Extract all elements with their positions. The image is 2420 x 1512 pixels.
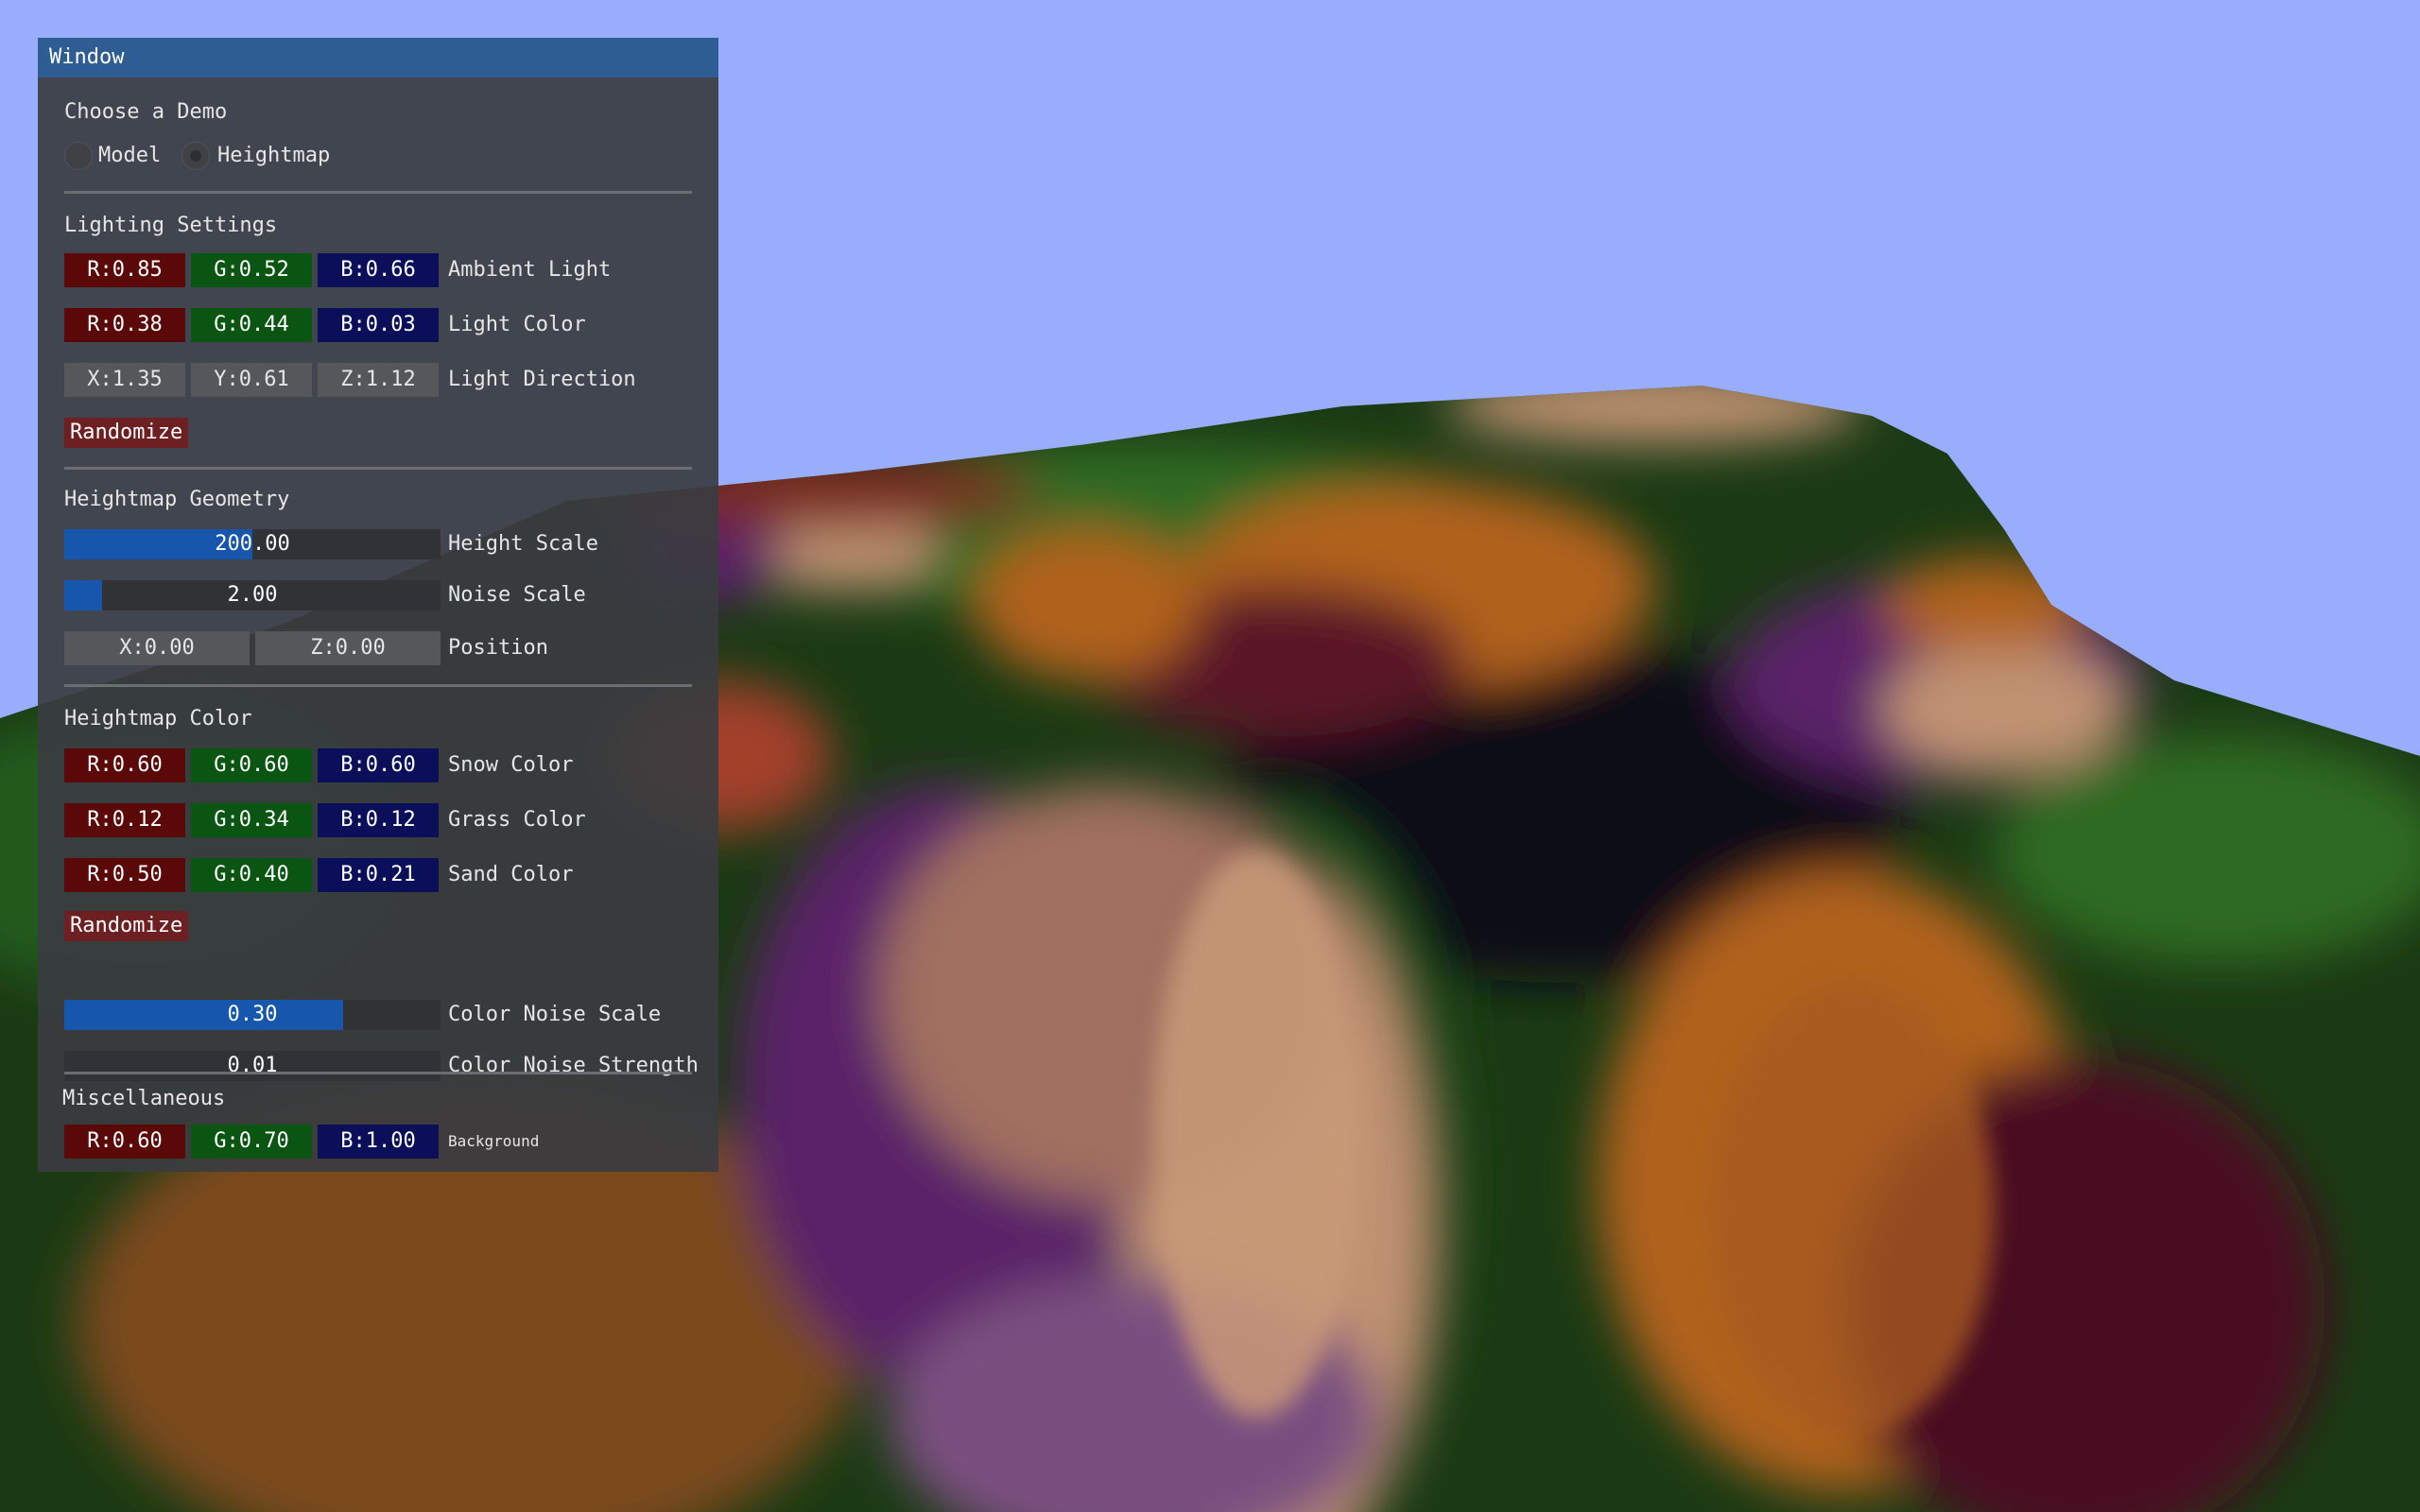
- demo-heading: Choose a Demo: [64, 100, 228, 124]
- misc-heading: Miscellaneous: [62, 1087, 226, 1110]
- color-noise-scale-label: Color Noise Scale: [448, 1003, 662, 1026]
- color-noise-strength-slider[interactable]: 0.01: [64, 1051, 441, 1081]
- grass-r-field[interactable]: R:0.12: [64, 803, 185, 837]
- sand-color-label: Sand Color: [448, 863, 574, 886]
- separator: [64, 467, 692, 470]
- light-color-r-field[interactable]: R:0.38: [64, 308, 185, 342]
- grass-color-label: Grass Color: [448, 808, 586, 832]
- noise-scale-slider[interactable]: 2.00: [64, 580, 441, 610]
- grass-b-field[interactable]: B:0.12: [318, 803, 439, 837]
- color-noise-scale-value: 0.30: [227, 1003, 278, 1026]
- radio-model[interactable]: [64, 142, 93, 170]
- randomize-lighting-button[interactable]: Randomize: [64, 418, 189, 448]
- radio-model-label: Model: [98, 144, 162, 167]
- radio-heightmap-label: Heightmap: [217, 144, 331, 167]
- light-dir-y-field[interactable]: Y:0.61: [191, 363, 312, 397]
- height-scale-label: Height Scale: [448, 532, 598, 556]
- separator: [64, 1072, 692, 1074]
- height-scale-slider[interactable]: 200.00: [64, 529, 441, 559]
- light-color-b-field[interactable]: B:0.03: [318, 308, 439, 342]
- color-noise-scale-slider[interactable]: 0.30: [64, 1000, 441, 1030]
- geometry-heading: Heightmap Geometry: [64, 488, 290, 511]
- ambient-light-label: Ambient Light: [448, 258, 612, 282]
- color-noise-strength-label: Color Noise Strength: [448, 1054, 699, 1077]
- light-color-g-field[interactable]: G:0.44: [191, 308, 312, 342]
- ambient-b-field[interactable]: B:0.66: [318, 253, 439, 287]
- noise-scale-value: 2.00: [227, 583, 278, 607]
- snow-color-label: Snow Color: [448, 753, 574, 777]
- randomize-color-button[interactable]: Randomize: [64, 911, 189, 941]
- snow-g-field[interactable]: G:0.60: [191, 748, 312, 782]
- position-z-field[interactable]: Z:0.00: [255, 631, 441, 665]
- light-color-label: Light Color: [448, 313, 586, 336]
- color-heading: Heightmap Color: [64, 707, 252, 730]
- position-x-field[interactable]: X:0.00: [64, 631, 250, 665]
- light-dir-z-field[interactable]: Z:1.12: [318, 363, 439, 397]
- separator: [64, 191, 692, 194]
- separator: [64, 684, 692, 687]
- radio-heightmap[interactable]: [182, 142, 210, 170]
- light-dir-x-field[interactable]: X:1.35: [64, 363, 185, 397]
- lighting-heading: Lighting Settings: [64, 214, 278, 237]
- window-title: Window: [49, 45, 125, 69]
- height-scale-value: 200.00: [215, 532, 290, 556]
- ambient-r-field[interactable]: R:0.85: [64, 253, 185, 287]
- grass-g-field[interactable]: G:0.34: [191, 803, 312, 837]
- light-direction-label: Light Direction: [448, 368, 636, 391]
- window-titlebar[interactable]: Window: [38, 38, 718, 77]
- snow-r-field[interactable]: R:0.60: [64, 748, 185, 782]
- sand-g-field[interactable]: G:0.40: [191, 858, 312, 892]
- sand-b-field[interactable]: B:0.21: [318, 858, 439, 892]
- position-label: Position: [448, 636, 548, 660]
- noise-scale-label: Noise Scale: [448, 583, 586, 607]
- settings-window: Window Choose a Demo Model Heightmap Lig…: [38, 38, 718, 1172]
- ambient-g-field[interactable]: G:0.52: [191, 253, 312, 287]
- sand-r-field[interactable]: R:0.50: [64, 858, 185, 892]
- color-noise-strength-value: 0.01: [227, 1054, 278, 1077]
- snow-b-field[interactable]: B:0.60: [318, 748, 439, 782]
